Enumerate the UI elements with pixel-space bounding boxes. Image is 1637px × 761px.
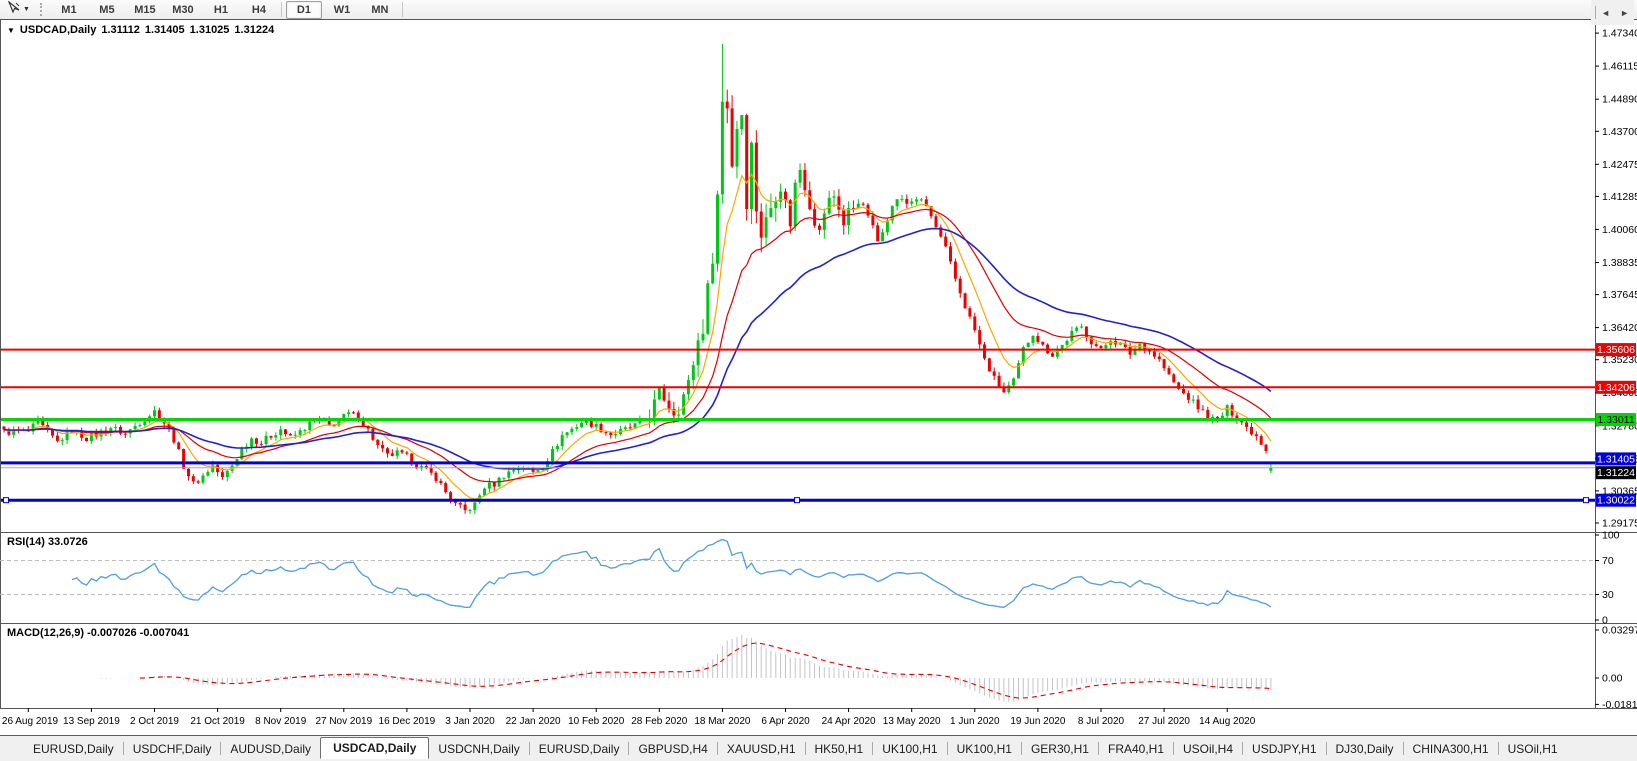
timeframe-button-m30[interactable]: M30 (165, 1, 201, 19)
svg-text:1.46115: 1.46115 (1602, 61, 1637, 73)
symbol-tab-usdcad-daily[interactable]: USDCAD,Daily (320, 736, 430, 759)
symbol-tab-audusd-daily[interactable]: AUDUSD,Daily (221, 738, 320, 760)
chart-symbol-label: USDCAD,Daily (19, 24, 97, 36)
tab-scroll-left-button[interactable]: ◄ (1596, 8, 1615, 18)
macd-axis-label: 0.00 (1602, 673, 1623, 685)
symbol-tab-gbpusd-h4[interactable]: GBPUSD,H4 (629, 738, 716, 760)
chevron-down-icon: ▼ (23, 6, 30, 13)
symbol-tab-usdcnh-daily[interactable]: USDCNH,Daily (429, 738, 528, 760)
date-label: 6 Apr 2020 (761, 716, 810, 727)
chart-title: ▼ USDCAD,Daily 1.31112 1.31405 1.31025 1… (7, 24, 274, 36)
symbol-tab-eurusd-daily[interactable]: EURUSD,Daily (24, 738, 123, 760)
svg-text:1.42475: 1.42475 (1602, 159, 1637, 171)
symbol-tab-hk50-h1[interactable]: HK50,H1 (806, 738, 873, 760)
date-label: 28 Feb 2020 (631, 716, 688, 727)
timeframe-button-h1[interactable]: H1 (203, 1, 239, 19)
date-label: 8 Jul 2020 (1078, 716, 1125, 727)
date-label: 22 Jan 2020 (506, 716, 561, 727)
timeframe-button-m5[interactable]: M5 (89, 1, 125, 19)
date-label: 24 Apr 2020 (822, 716, 876, 727)
macd-indicator-label: MACD(12,26,9) -0.007026 -0.007041 (7, 627, 190, 639)
svg-text:1.41285: 1.41285 (1602, 191, 1637, 203)
svg-text:1.36420: 1.36420 (1602, 322, 1637, 334)
svg-text:1.40060: 1.40060 (1602, 224, 1637, 236)
macd-axis-label: 0.032972 (1602, 625, 1637, 637)
date-label: 27 Jul 2020 (1138, 716, 1190, 727)
price-badge-1.34206: 1.34206 (1597, 382, 1635, 394)
svg-text:1.37645: 1.37645 (1602, 289, 1637, 301)
symbol-tab-ger30-h1[interactable]: GER30,H1 (1022, 738, 1098, 760)
svg-text:1.47340: 1.47340 (1602, 28, 1637, 40)
price-chart-canvas[interactable]: 1.47340 1.46115 1.44890 1.43700 1.42475 1.412… (0, 19, 1637, 735)
tab-scroll-controls: ◄ ► (1591, 0, 1634, 25)
ohlc-low: 1.31025 (189, 24, 230, 36)
svg-text:1.29175: 1.29175 (1602, 518, 1637, 530)
tab-scroll-right-button[interactable]: ► (1615, 8, 1634, 18)
rsi-axis-label: 100 (1602, 530, 1620, 542)
svg-text:1.44890: 1.44890 (1602, 94, 1637, 106)
level-drag-handle[interactable] (1583, 497, 1589, 504)
date-label: 26 Aug 2019 (2, 716, 59, 727)
date-label: 19 Jun 2020 (1010, 716, 1065, 727)
toolbar-grip[interactable] (39, 3, 45, 16)
date-label: 8 Nov 2019 (255, 716, 307, 727)
date-label: 13 May 2020 (883, 716, 941, 727)
toolbar-separator (401, 2, 403, 17)
svg-text:1.43700: 1.43700 (1602, 126, 1637, 138)
symbol-tab-usdchf-daily[interactable]: USDCHF,Daily (124, 738, 221, 760)
symbol-tab-usdjpy-h1[interactable]: USDJPY,H1 (1243, 738, 1325, 760)
level-drag-handle[interactable] (794, 497, 800, 504)
price-badge-1.35606: 1.35606 (1597, 344, 1635, 356)
price-badge-1.33011: 1.33011 (1597, 414, 1634, 426)
timeframe-button-m15[interactable]: M15 (127, 1, 163, 19)
symbol-tab-dj30-daily[interactable]: DJ30,Daily (1327, 738, 1403, 760)
ohlc-high: 1.31405 (144, 24, 185, 36)
date-label: 3 Jan 2020 (445, 716, 495, 727)
date-label: 14 Aug 2020 (1199, 716, 1256, 727)
date-label: 1 Jun 2020 (950, 716, 1000, 727)
chart-window[interactable]: 1.47340 1.46115 1.44890 1.43700 1.42475 1.412… (0, 19, 1637, 735)
cursor-crosshair-icon (7, 0, 21, 19)
symbol-tab-china300-h1[interactable]: CHINA300,H1 (1404, 738, 1498, 760)
timeframe-button-h4[interactable]: H4 (241, 1, 277, 19)
timeframe-button-m1[interactable]: M1 (51, 1, 87, 19)
timeframe-button-w1[interactable]: W1 (324, 1, 360, 19)
price-badge-1.31224: 1.31224 (1597, 467, 1635, 479)
rsi-axis-label: 30 (1602, 589, 1614, 601)
date-label: 16 Dec 2019 (379, 716, 436, 727)
symbol-tab-eurusd-daily[interactable]: EURUSD,Daily (530, 738, 629, 760)
ohlc-open: 1.31112 (101, 24, 140, 36)
ohlc-close: 1.31224 (234, 24, 275, 36)
symbol-dropdown-icon[interactable]: ▼ (7, 26, 15, 35)
macd-axis-label: -0.018154 (1602, 699, 1637, 711)
date-label: 10 Feb 2020 (568, 716, 625, 727)
svg-text:1.38835: 1.38835 (1602, 257, 1637, 269)
symbol-tab-uk100-h1[interactable]: UK100,H1 (873, 738, 946, 760)
level-drag-handle[interactable] (3, 497, 9, 504)
timeframe-toolbar: ▼ M1 M5 M15 M30 H1 H4 D1 W1 MN (0, 0, 1637, 19)
date-label: 21 Oct 2019 (190, 716, 245, 727)
date-label: 13 Sep 2019 (63, 716, 120, 727)
symbol-tab-uk100-h1[interactable]: UK100,H1 (948, 738, 1021, 760)
symbol-tab-usoil-h4[interactable]: USOil,H4 (1174, 738, 1242, 760)
price-badge-1.30022: 1.30022 (1597, 495, 1635, 507)
symbol-tab-fra40-h1[interactable]: FRA40,H1 (1099, 738, 1173, 760)
timeframe-button-mn[interactable]: MN (362, 1, 398, 19)
timeframe-button-d1[interactable]: D1 (285, 0, 322, 19)
mt4-terminal-window: ▼ M1 M5 M15 M30 H1 H4 D1 W1 MN 1.47340 1.46115 1.4… (0, 0, 1637, 761)
symbol-tab-bar: EURUSD,Daily USDCHF,Daily AUDUSD,Daily USDC… (0, 735, 1637, 761)
symbol-tab-xauusd-h1[interactable]: XAUUSD,H1 (718, 738, 805, 760)
rsi-axis-label: 70 (1602, 555, 1614, 567)
cursor-tool-button[interactable]: ▼ (4, 0, 33, 19)
date-label: 2 Oct 2019 (130, 716, 179, 727)
price-badge-1.31405: 1.31405 (1597, 453, 1635, 465)
toolbar-separator (280, 2, 282, 17)
symbol-tab-usoil-h1[interactable]: USOil,H1 (1499, 738, 1567, 760)
date-label: 18 Mar 2020 (694, 716, 751, 727)
date-label: 27 Nov 2019 (315, 716, 372, 727)
rsi-indicator-label: RSI(14) 33.0726 (7, 536, 88, 548)
